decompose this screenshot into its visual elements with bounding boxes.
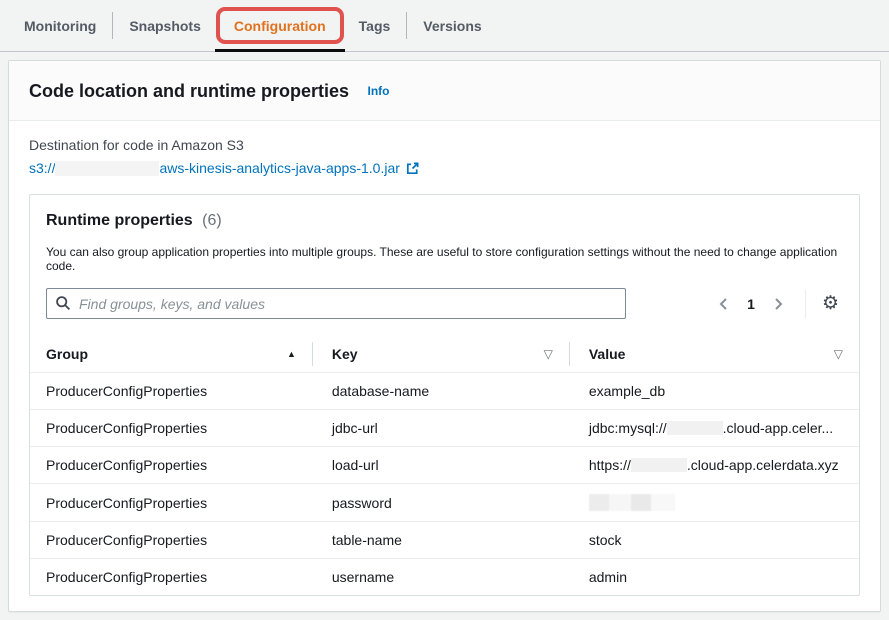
runtime-properties-table: Group ▲ Key ▽ Value bbox=[30, 336, 859, 595]
group-cell: ProducerConfigProperties bbox=[30, 373, 312, 410]
value-text: .cloud-app.celer... bbox=[723, 420, 834, 436]
column-header-value[interactable]: Value ▽ bbox=[569, 336, 859, 373]
info-link[interactable]: Info bbox=[368, 84, 390, 98]
value-text: https:// bbox=[589, 457, 631, 473]
tab-label: Versions bbox=[423, 18, 481, 34]
redacted-bucket-name bbox=[55, 161, 159, 176]
redacted-password bbox=[589, 494, 675, 511]
s3-link-suffix: aws-kinesis-analytics-java-apps-1.0.jar bbox=[159, 160, 399, 176]
redacted-value bbox=[667, 421, 723, 435]
group-cell: ProducerConfigProperties bbox=[30, 484, 312, 522]
table-row[interactable]: ProducerConfigProperties load-url https:… bbox=[30, 447, 859, 484]
panel-body: Destination for code in Amazon S3 s3:// … bbox=[9, 121, 880, 616]
group-cell: ProducerConfigProperties bbox=[30, 522, 312, 559]
group-cell: ProducerConfigProperties bbox=[30, 447, 312, 484]
table-row[interactable]: ProducerConfigProperties database-name e… bbox=[30, 373, 859, 410]
key-cell: username bbox=[312, 559, 569, 596]
value-text: .cloud-app.celerdata.xyz bbox=[687, 457, 839, 473]
runtime-properties-card: Runtime properties (6) You can also grou… bbox=[29, 194, 860, 596]
tab-configuration[interactable]: Configuration bbox=[218, 0, 342, 51]
panel-header: Code location and runtime properties Inf… bbox=[9, 61, 880, 121]
filter-icon[interactable]: ▽ bbox=[834, 347, 843, 361]
tab-label: Tags bbox=[359, 18, 391, 34]
tab-label: Configuration bbox=[234, 18, 326, 34]
runtime-properties-title: Runtime properties bbox=[46, 212, 193, 229]
code-location-panel: Code location and runtime properties Inf… bbox=[8, 60, 881, 612]
toolbar-right: 1 ⚙ bbox=[711, 290, 843, 318]
tab-snapshots[interactable]: Snapshots bbox=[113, 0, 217, 51]
current-page-number[interactable]: 1 bbox=[737, 296, 765, 312]
value-text: example_db bbox=[589, 383, 665, 399]
filter-icon[interactable]: ▽ bbox=[544, 347, 553, 361]
tab-label: Monitoring bbox=[24, 18, 96, 34]
runtime-properties-header: Runtime properties (6) You can also grou… bbox=[30, 195, 859, 319]
column-header-group[interactable]: Group ▲ bbox=[30, 336, 312, 373]
value-cell: admin bbox=[569, 559, 859, 596]
table-toolbar: 1 ⚙ bbox=[46, 288, 843, 319]
value-cell: example_db bbox=[569, 373, 859, 410]
previous-page-button[interactable] bbox=[711, 292, 737, 316]
search-box bbox=[46, 288, 626, 319]
search-icon bbox=[55, 295, 71, 311]
chevron-left-icon bbox=[717, 296, 731, 312]
tab-label: Snapshots bbox=[129, 18, 201, 34]
runtime-properties-count: (6) bbox=[202, 212, 222, 229]
value-cell: stock bbox=[569, 522, 859, 559]
table-row[interactable]: ProducerConfigProperties table-name stoc… bbox=[30, 522, 859, 559]
s3-destination-link[interactable]: s3:// aws-kinesis-analytics-java-apps-1.… bbox=[29, 160, 860, 176]
s3-destination-label: Destination for code in Amazon S3 bbox=[29, 137, 860, 153]
runtime-properties-description: You can also group application propertie… bbox=[46, 245, 843, 273]
column-header-key[interactable]: Key ▽ bbox=[312, 336, 569, 373]
key-cell: password bbox=[312, 484, 569, 522]
column-label: Key bbox=[332, 346, 358, 362]
redacted-value bbox=[631, 458, 687, 472]
column-label: Value bbox=[589, 346, 626, 362]
next-page-button[interactable] bbox=[765, 292, 791, 316]
table-row[interactable]: ProducerConfigProperties username admin bbox=[30, 559, 859, 596]
chevron-right-icon bbox=[771, 296, 785, 312]
key-cell: table-name bbox=[312, 522, 569, 559]
key-cell: jdbc-url bbox=[312, 410, 569, 447]
s3-link-prefix: s3:// bbox=[29, 160, 55, 176]
table-row[interactable]: ProducerConfigProperties jdbc-url jdbc:m… bbox=[30, 410, 859, 447]
value-cell: jdbc:mysql:// .cloud-app.celer... bbox=[569, 410, 859, 447]
search-input[interactable] bbox=[46, 288, 626, 319]
settings-gear-icon[interactable]: ⚙ bbox=[818, 292, 843, 315]
external-link-icon bbox=[405, 161, 420, 176]
value-text: admin bbox=[589, 569, 627, 585]
group-cell: ProducerConfigProperties bbox=[30, 559, 312, 596]
value-cell: https:// .cloud-app.celerdata.xyz bbox=[569, 447, 859, 484]
toolbar-separator bbox=[805, 290, 806, 318]
column-label: Group bbox=[46, 346, 88, 362]
key-cell: database-name bbox=[312, 373, 569, 410]
tab-tags[interactable]: Tags bbox=[343, 0, 407, 51]
value-text: stock bbox=[589, 532, 622, 548]
tab-versions[interactable]: Versions bbox=[407, 0, 497, 51]
tab-monitoring[interactable]: Monitoring bbox=[8, 0, 112, 51]
tab-bar: Monitoring Snapshots Configuration Tags … bbox=[0, 0, 889, 52]
panel-title: Code location and runtime properties bbox=[29, 81, 349, 101]
group-cell: ProducerConfigProperties bbox=[30, 410, 312, 447]
table-row[interactable]: ProducerConfigProperties password bbox=[30, 484, 859, 522]
key-cell: load-url bbox=[312, 447, 569, 484]
value-text: jdbc:mysql:// bbox=[589, 420, 667, 436]
table-header-row: Group ▲ Key ▽ Value bbox=[30, 336, 859, 373]
sort-ascending-icon: ▲ bbox=[287, 349, 296, 359]
value-cell bbox=[569, 484, 859, 522]
